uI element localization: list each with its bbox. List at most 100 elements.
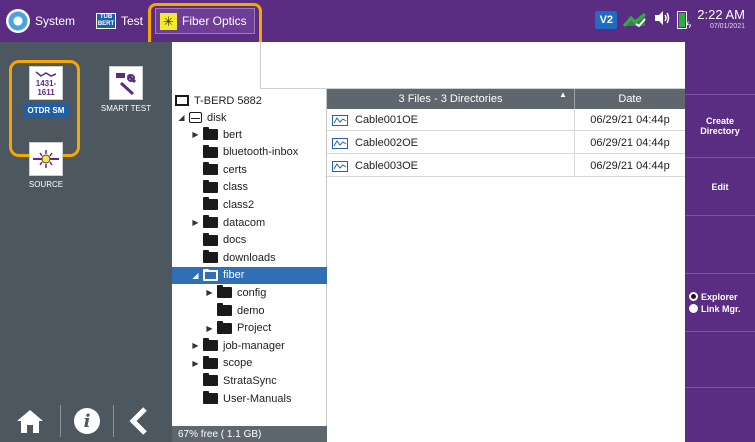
tree-item-datacom[interactable]: ▶ datacom <box>172 214 327 231</box>
view-mode-selector: Explorer Link Mgr. <box>685 274 755 332</box>
tree-disk[interactable]: ◢ disk <box>172 109 327 126</box>
tree-item-scope[interactable]: ▶ scope <box>172 355 327 372</box>
top-bar: System TUB BERT Test ✳ Fiber Optics V2 ϟ… <box>0 0 755 49</box>
action-slot-empty <box>685 216 755 274</box>
radio-selected-icon <box>689 292 698 301</box>
tree-item-demo[interactable]: demo <box>172 302 327 319</box>
file-name: Cable001OE <box>355 114 418 126</box>
action-slot-empty <box>685 42 755 95</box>
tree-item-label: Project <box>237 322 272 335</box>
folder-icon <box>203 338 218 352</box>
folder-icon <box>203 373 218 387</box>
expanded-arrow-icon[interactable]: ◢ <box>191 271 200 280</box>
tree-item-certs[interactable]: certs <box>172 161 327 178</box>
sort-ascending-icon[interactable]: ▲ <box>559 90 567 99</box>
free-space-bar: 67% free ( 1.1 GB) <box>172 426 327 442</box>
explorer-label: Explorer <box>701 291 738 302</box>
action-panel: Create Directory Edit Explorer Link Mgr. <box>685 42 755 442</box>
tree-item-label: demo <box>237 304 265 317</box>
file-list: 3 Files - 3 Directories ▲ Date Cable001O… <box>327 89 685 442</box>
create-directory-button[interactable]: Create Directory <box>685 95 755 158</box>
folder-icon <box>217 303 232 316</box>
tree-item-fiber[interactable]: ◢ fiber <box>172 266 327 284</box>
radio-unselected-icon <box>689 304 698 313</box>
tree-item-stratasync[interactable]: StrataSync <box>172 372 327 389</box>
file-row[interactable]: Cable003OE 06/29/21 04:44p <box>327 155 685 177</box>
file-name: Cable002OE <box>355 137 418 149</box>
smart-test-label: SMART TEST <box>100 104 152 113</box>
info-button[interactable]: i <box>61 400 113 442</box>
source-app[interactable]: SOURCE <box>17 142 75 189</box>
tree-item-label: job-manager <box>223 339 285 352</box>
collapsed-arrow-icon[interactable]: ▶ <box>191 341 200 350</box>
tree-item-label: bert <box>223 128 242 141</box>
tree-item-class2[interactable]: class2 <box>172 196 327 213</box>
chevron-left-icon <box>129 407 147 435</box>
explorer-radio[interactable]: Explorer <box>689 291 738 303</box>
system-tab[interactable]: System <box>6 8 75 34</box>
tree-item-user-manuals[interactable]: User-Manuals <box>172 390 327 407</box>
gear-icon <box>6 9 30 33</box>
collapsed-arrow-icon[interactable]: ▶ <box>205 288 214 297</box>
tree-item-label: scope <box>223 357 253 370</box>
collapsed-arrow-icon[interactable]: ▶ <box>191 130 200 139</box>
home-button[interactable] <box>0 400 60 442</box>
tree-item-label: downloads <box>223 251 276 264</box>
back-button[interactable] <box>114 400 164 442</box>
device-icon <box>175 95 189 106</box>
system-tab-label: System <box>35 14 76 28</box>
folder-icon <box>203 215 218 228</box>
tree-root-label: T-BERD 5882 <box>194 94 262 107</box>
speaker-icon[interactable] <box>653 10 671 29</box>
clock-time: 2:22 AM <box>697 7 745 22</box>
connection-icon <box>623 12 647 27</box>
expanded-arrow-icon: ◢ <box>178 113 185 122</box>
folder-icon <box>217 320 232 334</box>
tree-item-downloads[interactable]: downloads <box>172 249 327 266</box>
edit-button[interactable]: Edit <box>685 158 755 216</box>
action-slot-empty <box>685 332 755 388</box>
tree-item-bluetooth-inbox[interactable]: bluetooth-inbox <box>172 144 327 161</box>
name-column-header[interactable]: 3 Files - 3 Directories <box>327 89 575 109</box>
tree-item-label: docs <box>223 234 247 247</box>
folder-tree: T-BERD 5882 ◢ disk ▶ bert bluetooth-inbox c… <box>172 89 327 442</box>
tree-item-bert[interactable]: ▶ bert <box>172 126 327 143</box>
tree-item-job-manager[interactable]: ▶ job-manager <box>172 337 327 354</box>
otdr-trace-icon <box>332 137 348 149</box>
app-launcher-panel: 1431- 1611 OTDR SM SMART TEST SOURCE i <box>0 42 172 442</box>
link-mgr-radio[interactable]: Link Mgr. <box>689 303 741 315</box>
tree-item-config[interactable]: ▶ config <box>172 284 327 301</box>
tree-item-class[interactable]: class <box>172 179 327 196</box>
v2-status-badge: V2 <box>595 10 618 29</box>
tree-item-project[interactable]: ▶ Project <box>172 320 327 337</box>
collapsed-arrow-icon[interactable]: ▶ <box>205 324 214 333</box>
tree-item-label: class <box>223 181 249 194</box>
tree-item-docs[interactable]: docs <box>172 232 327 249</box>
clock-date: 07/01/2021 <box>709 23 745 30</box>
file-name: Cable003OE <box>355 160 418 172</box>
tree-item-label: bluetooth-inbox <box>223 146 299 159</box>
tree-item-label: StrataSync <box>223 374 277 387</box>
file-row[interactable]: Cable002OE 06/29/21 04:44p <box>327 132 685 154</box>
folder-icon <box>203 232 218 246</box>
battery-icon: ϟ <box>677 10 691 30</box>
folder-icon <box>203 355 218 369</box>
tree-item-label: User-Manuals <box>223 392 292 405</box>
folder-icon <box>203 197 218 211</box>
home-icon <box>17 410 43 433</box>
smart-test-icon <box>109 66 143 100</box>
folder-open-icon <box>203 268 218 281</box>
file-date: 06/29/21 04:44p <box>590 114 670 126</box>
collapsed-arrow-icon[interactable]: ▶ <box>191 218 200 227</box>
smart-test-app[interactable]: SMART TEST <box>97 66 155 113</box>
collapsed-arrow-icon[interactable]: ▶ <box>191 359 200 368</box>
tree-root[interactable]: T-BERD 5882 <box>172 92 327 109</box>
file-date: 06/29/21 04:44p <box>590 137 670 149</box>
test-tab[interactable]: TUB BERT Test <box>96 8 143 34</box>
folder-icon <box>203 144 218 158</box>
folder-icon <box>203 391 218 404</box>
path-display-box <box>260 42 685 89</box>
date-column-header[interactable]: Date <box>575 89 685 109</box>
file-row[interactable]: Cable001OE 06/29/21 04:44p <box>327 109 685 131</box>
tree-disk-label: disk <box>207 111 227 124</box>
